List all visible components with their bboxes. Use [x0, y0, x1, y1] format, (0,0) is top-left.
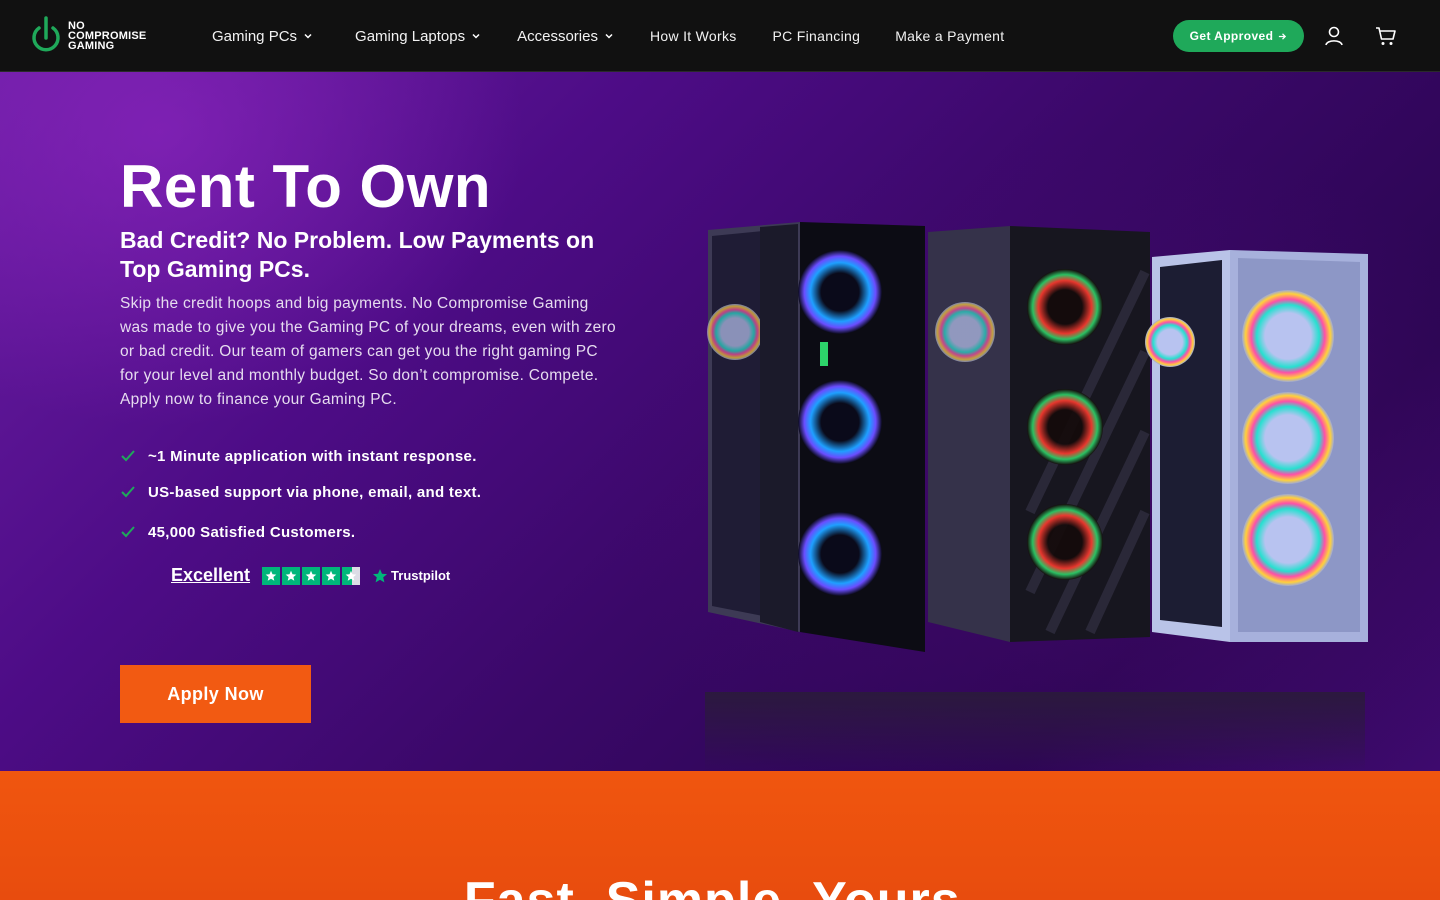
trustpilot-widget[interactable]: Excellent Trustpilot: [171, 565, 450, 586]
star-icon: [302, 566, 321, 585]
rating-label[interactable]: Excellent: [171, 565, 250, 586]
main-nav: Gaming PCs Gaming Laptops Accessories Ho…: [212, 0, 1004, 72]
logo[interactable]: NO COMPROMISE GAMING: [30, 16, 146, 56]
nav-gaming-pcs[interactable]: Gaming PCs: [212, 28, 313, 45]
power-logo-icon: [32, 16, 60, 52]
user-icon[interactable]: [1322, 24, 1346, 48]
nav-make-a-payment[interactable]: Make a Payment: [895, 28, 1004, 44]
list-item: 45,000 Satisfied Customers.: [120, 520, 481, 544]
apply-now-button[interactable]: Apply Now: [120, 665, 311, 723]
check-icon: [121, 526, 135, 538]
get-approved-button[interactable]: Get Approved: [1173, 20, 1304, 52]
nav-gaming-laptops[interactable]: Gaming Laptops: [355, 28, 481, 45]
chevron-down-icon: [472, 33, 480, 39]
nav-pc-financing[interactable]: PC Financing: [773, 28, 861, 44]
nav-accessories[interactable]: Accessories: [517, 28, 614, 45]
logo-text: NO COMPROMISE GAMING: [68, 20, 147, 52]
star-icon: [282, 566, 301, 585]
trustpilot-star-icon: [372, 568, 388, 582]
check-icon: [121, 486, 135, 498]
cart-icon[interactable]: [1374, 24, 1398, 48]
star-rating: [262, 566, 361, 585]
star-icon: [262, 566, 281, 585]
arrow-right-icon: [1279, 32, 1287, 40]
list-item: ~1 Minute application with instant respo…: [120, 444, 481, 468]
feature-list: ~1 Minute application with instant respo…: [120, 444, 481, 544]
section-title: Fast. Simple. Yours.: [0, 871, 1440, 900]
chevron-down-icon: [605, 33, 613, 39]
star-icon: [322, 566, 341, 585]
how-it-works-section: Fast. Simple. Yours.: [0, 771, 1440, 900]
gaming-pcs-image: [705, 222, 1368, 771]
hero-description: Skip the credit hoops and big payments. …: [120, 295, 616, 408]
check-icon: [121, 450, 135, 462]
site-header: NO COMPROMISE GAMING Gaming PCs Gaming L…: [0, 0, 1440, 72]
hero-section: Rent To Own Bad Credit? No Problem. Low …: [0, 72, 1440, 771]
nav-how-it-works[interactable]: How It Works: [650, 28, 737, 44]
trustpilot-logo: Trustpilot: [372, 568, 450, 584]
page-title: Rent To Own: [120, 153, 492, 220]
list-item: US-based support via phone, email, and t…: [120, 480, 481, 504]
half-star-icon: [342, 566, 361, 585]
chevron-down-icon: [304, 33, 312, 39]
hero-subtitle: Bad Credit? No Problem. Low Payments on …: [120, 227, 595, 282]
